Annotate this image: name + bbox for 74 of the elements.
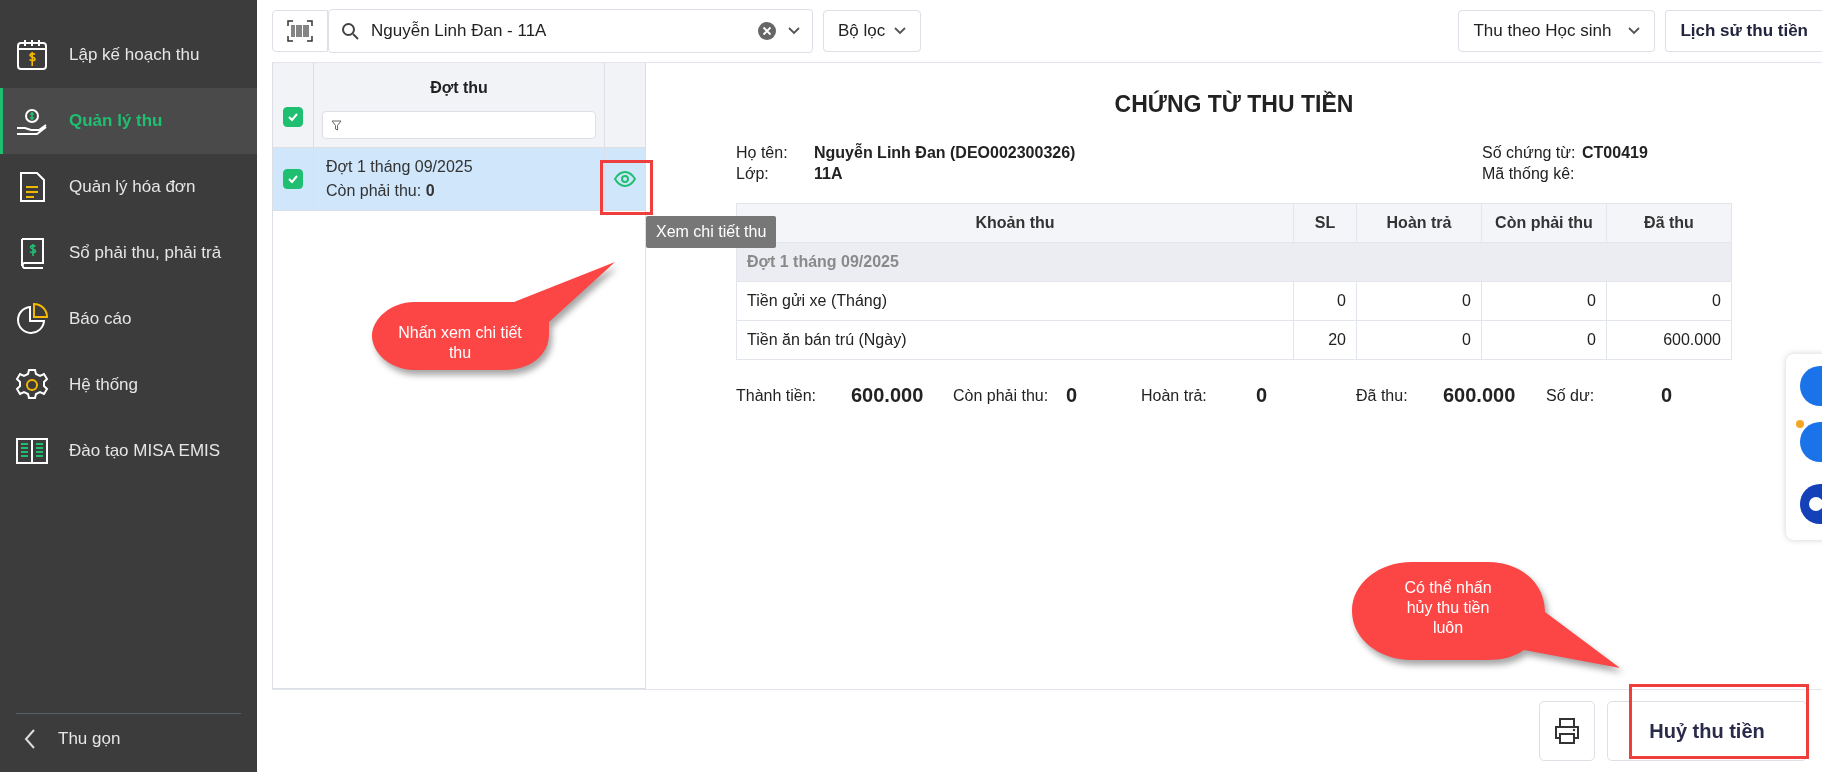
- info-label: Lớp:: [736, 165, 770, 183]
- info-value: Nguyễn Linh Đan (DEO002300326): [814, 144, 1076, 162]
- table-cell: Tiền gửi xe (Tháng): [736, 281, 1294, 321]
- info-value: 11A: [814, 165, 844, 183]
- column-header: Còn phải thu: [1481, 203, 1607, 243]
- table-cell: 0: [1481, 320, 1607, 360]
- column-header: Hoàn trả: [1356, 203, 1482, 243]
- sidebar-item[interactable]: Lập kế hoạch thu: [0, 22, 257, 88]
- pie-chart-icon: [15, 302, 49, 336]
- summary-label: Thành tiền:: [736, 386, 818, 405]
- chevron-down-icon: [894, 27, 906, 35]
- callout-text: Nhấn xem chi tiết thu: [397, 323, 523, 363]
- sidebar-item[interactable]: Đào tạo MISA EMIS: [0, 418, 257, 484]
- filter-field[interactable]: [322, 111, 596, 139]
- search-field[interactable]: Nguyễn Linh Đan - 11A: [328, 9, 813, 53]
- table-cell: 0: [1356, 320, 1482, 360]
- history-button[interactable]: Lịch sử thu tiền: [1665, 10, 1822, 52]
- sidebar-item[interactable]: Quản lý thu: [0, 88, 257, 154]
- chevron-left-icon: [24, 728, 36, 750]
- summary-value: 0: [1661, 384, 1674, 407]
- table-cell: 20: [1293, 320, 1357, 360]
- summary-label: Đã thu:: [1356, 386, 1409, 405]
- column-header: SL: [1293, 203, 1357, 243]
- callout-text: Có thể nhấn hủy thu tiền luôn: [1403, 578, 1493, 638]
- summary-label: Hoàn trả:: [1141, 386, 1208, 405]
- barcode-button[interactable]: [272, 10, 328, 52]
- info-label: Mã thống kê:: [1482, 165, 1576, 183]
- sidebar-item[interactable]: Hệ thống: [0, 352, 257, 418]
- sidebar-item[interactable]: Sổ phải thu, phải trả: [0, 220, 257, 286]
- table-cell: 600.000: [1606, 320, 1732, 360]
- barcode-icon: [287, 20, 313, 42]
- calendar-dollar-icon: [15, 38, 49, 72]
- search-icon: [341, 22, 359, 40]
- checkmark-icon: [287, 173, 299, 185]
- summary-value: 600.000: [851, 384, 925, 407]
- info-label: Họ tên:: [736, 144, 789, 162]
- checkmark-icon: [287, 111, 299, 123]
- chevron-down-icon: [788, 27, 800, 35]
- printer-icon: [1553, 717, 1581, 745]
- collapse-button[interactable]: Thu gọn: [16, 713, 241, 764]
- summary-value: 0: [1066, 384, 1079, 407]
- voucher-title: CHỨNG TỪ THU TIỀN: [1114, 91, 1354, 118]
- chevron-down-icon: [1628, 27, 1641, 35]
- summary-label: Còn phải thu:: [953, 386, 1050, 405]
- print-button[interactable]: [1539, 701, 1595, 761]
- group-row: Đợt 1 tháng 09/2025: [736, 242, 1732, 282]
- sidebar-item[interactable]: Báo cáo: [0, 286, 257, 352]
- period-row[interactable]: Đợt 1 tháng 09/2025 Còn phải thu: 0: [273, 148, 645, 211]
- sidebar-item[interactable]: Quản lý hóa đơn: [0, 154, 257, 220]
- table-cell: 0: [1481, 281, 1607, 321]
- row-checkbox[interactable]: [283, 169, 303, 189]
- column-header: Đã thu: [1606, 203, 1732, 243]
- select-all-checkbox[interactable]: [283, 107, 303, 127]
- settings-icon: [15, 368, 49, 402]
- summary-value: 600.000: [1443, 384, 1517, 407]
- period-title: Đợt 1 tháng 09/2025: [326, 158, 474, 176]
- info-label: Số chứng từ:: [1482, 144, 1577, 162]
- table-cell: Tiền ăn bán trú (Ngày): [736, 320, 1294, 360]
- clear-icon[interactable]: [758, 22, 776, 40]
- cancel-payment-button[interactable]: Huỷ thu tiền: [1607, 701, 1807, 761]
- mode-dropdown[interactable]: Thu theo Học sinh: [1458, 10, 1656, 52]
- funnel-icon: [331, 119, 342, 131]
- table-cell: 0: [1606, 281, 1732, 321]
- highlight-frame: [600, 160, 653, 215]
- filter-dropdown[interactable]: Bộ lọc: [823, 10, 921, 52]
- summary-value: 0: [1256, 384, 1269, 407]
- table-cell: 0: [1293, 281, 1357, 321]
- info-value: CT00419: [1582, 144, 1649, 162]
- column-header: Đợt thu: [430, 79, 488, 97]
- search-value: Nguyễn Linh Đan - 11A: [371, 21, 548, 41]
- table-cell: 0: [1356, 281, 1482, 321]
- tooltip: Xem chi tiết thu: [646, 216, 777, 248]
- due-amount: Còn phải thu: 0: [326, 182, 436, 200]
- summary-label: Số dư:: [1546, 386, 1596, 405]
